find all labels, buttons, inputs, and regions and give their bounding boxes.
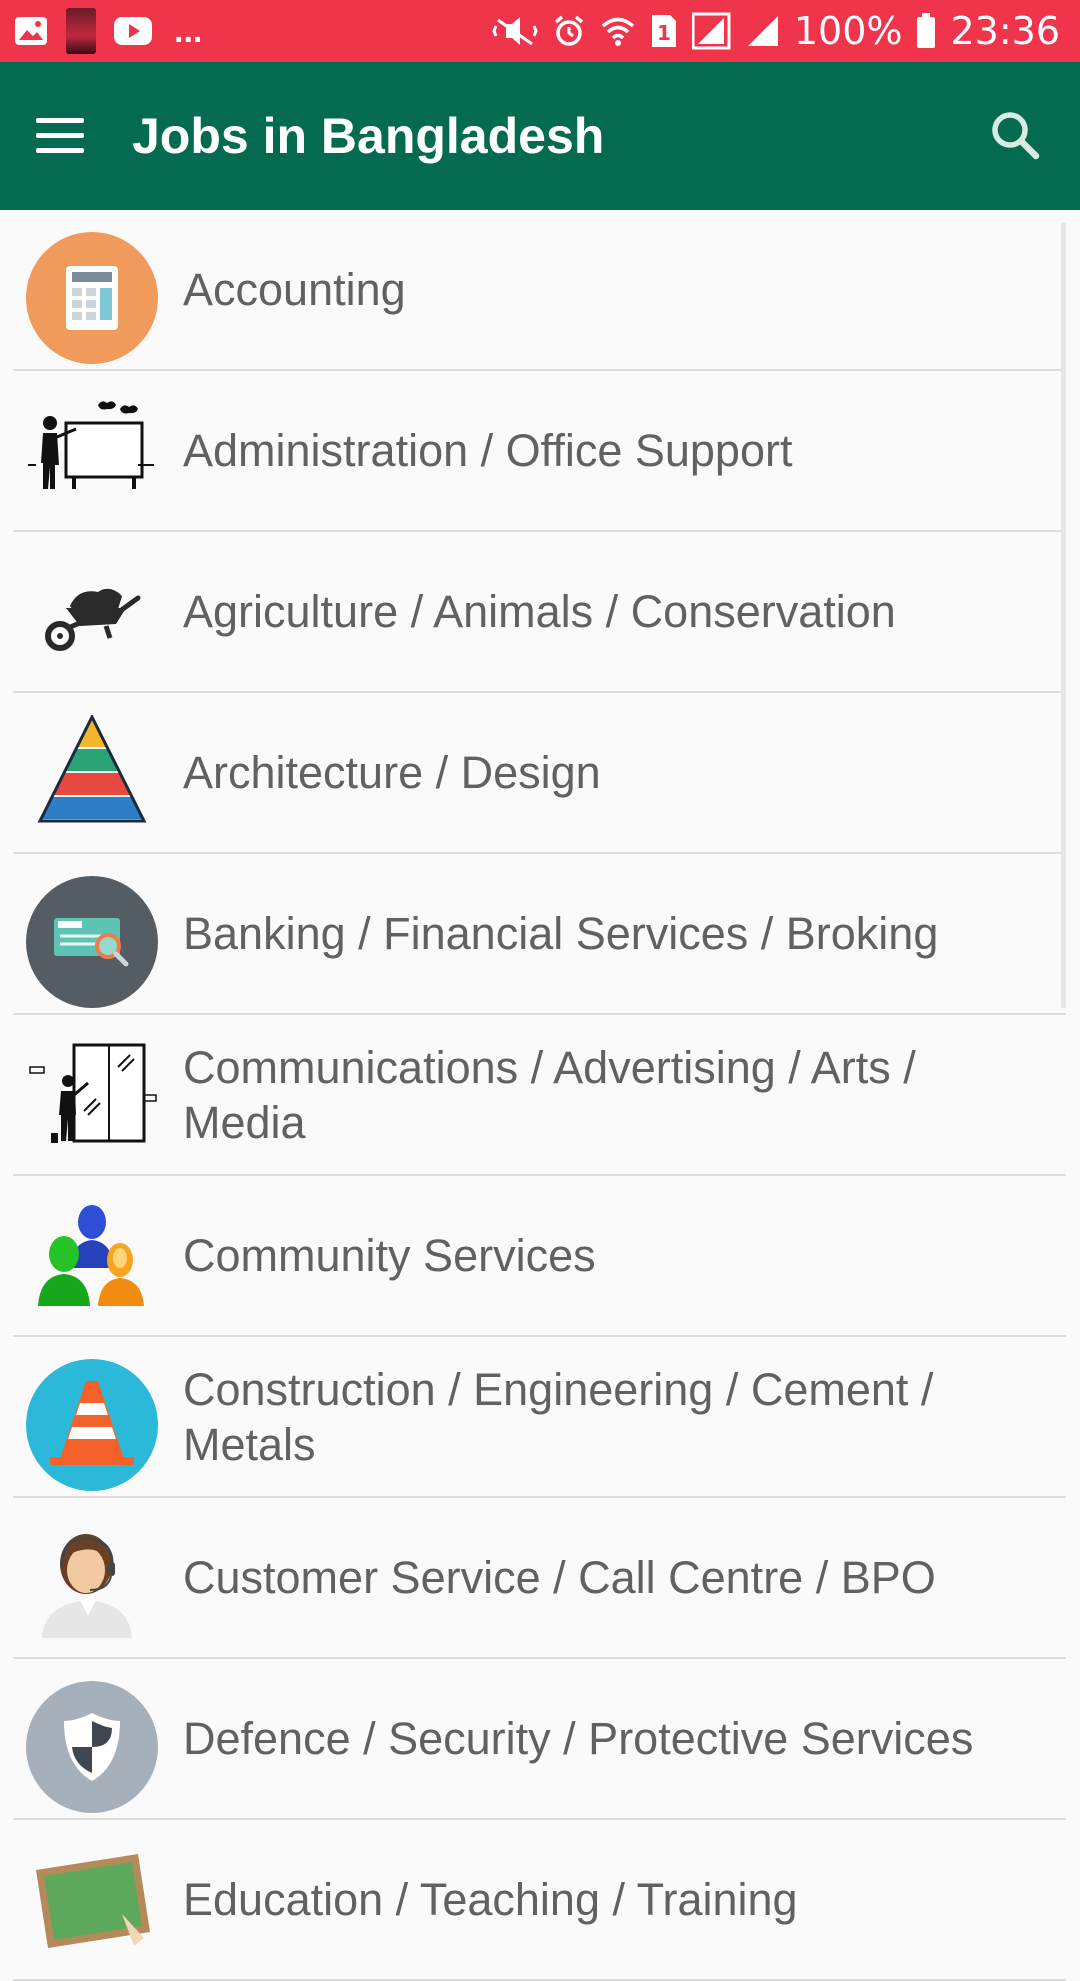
list-item-label: Community Services xyxy=(183,1230,596,1281)
svg-text:1: 1 xyxy=(657,21,671,45)
whiteboard-person-icon xyxy=(26,1037,158,1169)
list-item-architecture[interactable]: Architecture / Design xyxy=(13,693,1066,854)
list-item-banking[interactable]: Banking / Financial Services / Broking xyxy=(13,854,1066,1015)
list-item-label: Banking / Financial Services / Broking xyxy=(183,908,939,959)
list-item-label: Customer Service / Call Centre / BPO xyxy=(183,1552,936,1603)
list-item-label: Architecture / Design xyxy=(183,747,601,798)
wheelbarrow-icon xyxy=(26,554,158,686)
wifi-icon xyxy=(600,14,636,48)
list-item-administration[interactable]: Administration / Office Support xyxy=(13,371,1066,532)
cheque-icon xyxy=(26,876,158,1008)
menu-icon xyxy=(36,118,84,123)
sim-1-icon: 1 xyxy=(650,13,678,49)
alarm-icon xyxy=(552,14,586,48)
list-item-customer-service[interactable]: Customer Service / Call Centre / BPO xyxy=(13,1498,1066,1659)
mute-vibrate-icon xyxy=(492,14,538,48)
more-notifications-indicator: ... xyxy=(174,11,203,50)
battery-percentage: 100% xyxy=(793,9,903,53)
app-notification-thumbnail xyxy=(66,8,96,54)
list-item-label: Defence / Security / Protective Services xyxy=(183,1713,974,1764)
list-item-defence[interactable]: Defence / Security / Protective Services xyxy=(13,1659,1066,1820)
menu-icon-bar xyxy=(36,148,84,153)
list-item-accounting[interactable]: Accounting xyxy=(13,210,1066,371)
list-item-label: Accounting xyxy=(183,264,406,315)
menu-button[interactable] xyxy=(24,106,96,166)
list-item-communications[interactable]: Communications / Advertising / Arts / Me… xyxy=(13,1015,1066,1176)
menu-icon-bar xyxy=(36,133,84,138)
pyramid-icon xyxy=(26,713,158,847)
status-bar: ... 1 100% 23:36 xyxy=(0,0,1080,62)
people-group-icon xyxy=(26,1198,158,1330)
gallery-notification-icon xyxy=(14,16,48,46)
chalkboard-icon xyxy=(26,1842,158,1974)
list-item-education[interactable]: Education / Teaching / Training xyxy=(13,1820,1066,1981)
clock: 23:36 xyxy=(950,9,1060,53)
page-title: Jobs in Bangladesh xyxy=(132,108,605,164)
search-button[interactable] xyxy=(982,102,1052,172)
app-bar: Jobs in Bangladesh xyxy=(0,62,1080,210)
presenter-board-icon xyxy=(26,393,158,525)
list-item-community-services[interactable]: Community Services xyxy=(13,1176,1066,1337)
category-list: Accounting Administration / Office Suppo… xyxy=(0,210,1080,1981)
list-item-label: Communications / Advertising / Arts / Me… xyxy=(183,1041,916,1148)
list-item-construction[interactable]: Construction / Engineering / Cement / Me… xyxy=(13,1337,1066,1498)
signal-sim2-icon xyxy=(746,14,780,48)
search-icon xyxy=(992,112,1040,160)
shield-icon xyxy=(26,1681,158,1813)
list-item-label: Education / Teaching / Training xyxy=(183,1874,798,1925)
list-item-label: Construction / Engineering / Cement / Me… xyxy=(183,1363,934,1470)
list-item-label: Agriculture / Animals / Conservation xyxy=(183,586,896,637)
battery-icon xyxy=(916,13,936,49)
scrollbar[interactable] xyxy=(1061,222,1066,1008)
traffic-cone-icon xyxy=(26,1359,158,1491)
call-agent-icon xyxy=(26,1520,158,1652)
list-item-label: Administration / Office Support xyxy=(183,425,793,476)
signal-sim1-icon xyxy=(691,12,732,50)
youtube-notification-icon xyxy=(114,17,152,45)
calculator-icon xyxy=(26,232,158,364)
list-item-agriculture[interactable]: Agriculture / Animals / Conservation xyxy=(13,532,1066,693)
